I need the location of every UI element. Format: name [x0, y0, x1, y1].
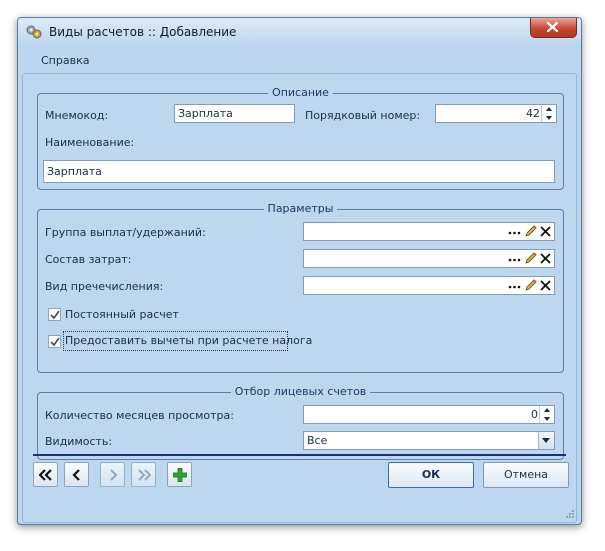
- months-spinner[interactable]: 0: [303, 405, 555, 424]
- mnemo-label: Мнемокод:: [45, 109, 109, 122]
- ellipsis-icon[interactable]: [507, 251, 522, 266]
- constant-checkbox[interactable]: [48, 308, 61, 321]
- chevron-down-icon: [542, 438, 550, 443]
- cost-field[interactable]: [303, 249, 555, 268]
- title-bar[interactable]: Виды расчетов :: Добавление: [18, 18, 581, 46]
- constant-label[interactable]: Постоянный расчет: [65, 308, 179, 321]
- clear-x-icon[interactable]: [538, 278, 553, 293]
- add-plus-icon: [173, 468, 187, 482]
- pencil-icon[interactable]: [523, 251, 538, 266]
- cancel-button[interactable]: Отмена: [483, 462, 569, 488]
- spin-up-icon: [546, 107, 552, 111]
- menu-help[interactable]: Справка: [41, 54, 89, 67]
- transfer-label: Вид пречечисления:: [45, 280, 164, 293]
- prev-record-button[interactable]: [64, 462, 89, 487]
- next-record-icon: [110, 469, 118, 481]
- spin-down-icon: [546, 116, 552, 120]
- ellipsis-icon[interactable]: [507, 224, 522, 239]
- deduction-checkbox[interactable]: [48, 335, 61, 348]
- description-group: Описание Мнемокод: Зарплата Порядковый н…: [37, 86, 564, 190]
- visibility-value: Все: [307, 434, 328, 447]
- visibility-label: Видимость:: [45, 435, 113, 448]
- close-button[interactable]: [530, 18, 577, 38]
- resize-grip-icon[interactable]: [565, 509, 575, 519]
- spin-down-button[interactable]: [540, 415, 554, 423]
- spinner-arrows: [541, 105, 556, 122]
- transfer-field[interactable]: [303, 276, 555, 295]
- separator-line: [33, 454, 566, 456]
- dialog-window: Виды расчетов :: Добавление Справка Опис…: [17, 17, 582, 525]
- payment-group-field[interactable]: [303, 222, 555, 241]
- first-record-button[interactable]: [33, 462, 58, 487]
- pencil-icon[interactable]: [523, 224, 538, 239]
- parameters-legend: Параметры: [263, 202, 338, 215]
- next-record-button[interactable]: [100, 462, 125, 487]
- name-input[interactable]: Зарплата: [43, 160, 555, 183]
- accounts-legend: Отбор лицевых счетов: [230, 385, 371, 398]
- checkmark-icon: [50, 337, 60, 347]
- clear-x-icon[interactable]: [538, 224, 553, 239]
- description-legend: Описание: [268, 86, 333, 99]
- ellipsis-icon[interactable]: [507, 278, 522, 293]
- order-number-value: 42: [526, 107, 540, 120]
- name-label: Наименование:: [45, 136, 135, 149]
- spinner-arrows: [539, 406, 554, 423]
- cost-label: Состав затрат:: [45, 253, 132, 266]
- mnemo-input[interactable]: Зарплата: [174, 104, 295, 123]
- accounts-group: Отбор лицевых счетов Количество месяцев …: [37, 385, 564, 460]
- payment-group-label: Группа выплат/удержаний:: [45, 226, 206, 239]
- ok-button[interactable]: ОК: [388, 462, 474, 488]
- dropdown-arrow[interactable]: [538, 432, 554, 449]
- pencil-icon[interactable]: [523, 278, 538, 293]
- months-label: Количество месяцев просмотра:: [45, 409, 234, 422]
- spin-up-button[interactable]: [542, 105, 556, 113]
- prev-record-icon: [72, 469, 80, 481]
- months-value: 0: [531, 408, 538, 421]
- checkmark-icon: [50, 310, 60, 320]
- window-title: Виды расчетов :: Добавление: [49, 25, 237, 39]
- last-record-button[interactable]: [131, 462, 156, 487]
- clear-x-icon[interactable]: [538, 251, 553, 266]
- first-record-icon: [39, 469, 52, 481]
- visibility-select[interactable]: Все: [303, 431, 555, 450]
- spin-up-button[interactable]: [540, 406, 554, 414]
- parameters-group: Параметры Группа выплат/удержаний: Соста…: [37, 202, 564, 373]
- order-label: Порядковый номер:: [305, 109, 421, 122]
- close-icon: [547, 22, 558, 32]
- spin-down-button[interactable]: [542, 114, 556, 122]
- deduction-label[interactable]: Предоставить вычеты при расчете налога: [65, 334, 312, 347]
- spin-up-icon: [544, 408, 550, 412]
- gears-icon: [26, 25, 42, 39]
- add-record-button[interactable]: [167, 462, 192, 487]
- order-number-spinner[interactable]: 42: [435, 104, 557, 123]
- spin-down-icon: [544, 417, 550, 421]
- last-record-icon: [138, 469, 151, 481]
